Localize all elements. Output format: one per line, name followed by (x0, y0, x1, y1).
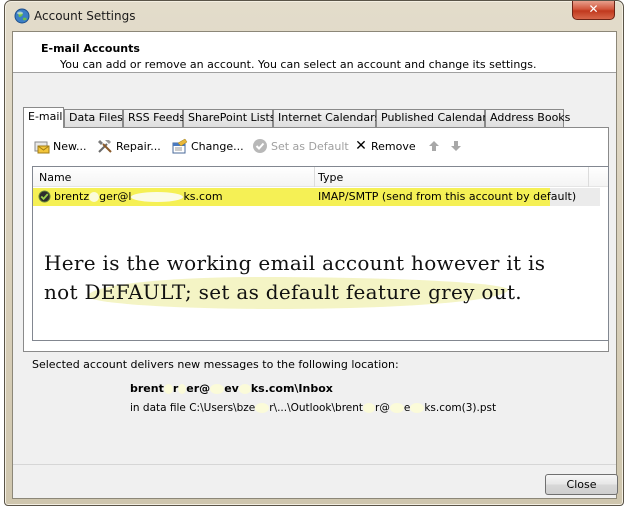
redaction (238, 384, 251, 394)
move-down-button[interactable] (448, 136, 464, 156)
repair-button[interactable]: Repair... (97, 136, 161, 156)
window-title: Account Settings (34, 9, 136, 23)
column-separator[interactable] (588, 167, 589, 187)
file-path-part: r@ (375, 402, 390, 414)
annotation-text: Here is the working email account howeve… (44, 249, 604, 307)
title-bar[interactable]: Account Settings ✕ (5, 1, 623, 31)
delivery-inbox-path: brent r er@ ev ks.com\Inbox (130, 382, 333, 395)
tab-label: Internet Calendars (278, 111, 381, 124)
set-as-default-label: Set as Default (271, 139, 349, 153)
set-as-default-button[interactable]: Set as Default (252, 136, 349, 156)
new-mail-icon (34, 141, 50, 154)
accounts-toolbar: New... Repair... Change... Set as Defaul… (24, 136, 608, 158)
column-separator[interactable] (314, 167, 315, 187)
file-path-part: in data file C:\Users\bze (130, 402, 256, 414)
inbox-path-part: er@ (186, 382, 211, 395)
arrow-down-icon (451, 141, 461, 151)
default-account-check-icon (38, 190, 51, 203)
column-header-type[interactable]: Type (318, 171, 343, 184)
tab-sharepoint-lists[interactable]: SharePoint Lists (183, 109, 276, 127)
tab-published-calendars[interactable]: Published Calendars (376, 109, 493, 127)
dialog-client-area: E-mail Accounts You can add or remove an… (12, 31, 618, 499)
list-header: Name Type (33, 167, 608, 187)
tab-internet-calendars[interactable]: Internet Calendars (273, 109, 380, 127)
tab-email[interactable]: E-mail (23, 107, 64, 128)
change-label: Change... (191, 139, 244, 153)
account-type: IMAP/SMTP (send from this account by def… (318, 190, 577, 203)
new-account-button[interactable]: New... (34, 136, 86, 156)
remove-label: Remove (371, 139, 416, 153)
tools-icon (98, 140, 112, 153)
accounts-list[interactable]: Name Type brentz ger@l ks.com IMAP/SMTP … (32, 166, 609, 341)
annotation-line-1: Here is the working email account howeve… (44, 251, 546, 275)
inbox-path-part: ks.com\Inbox (250, 382, 333, 395)
inbox-path-part: brent (130, 382, 164, 395)
file-path-part: ks.com(3).pst (424, 402, 497, 414)
tab-address-books[interactable]: Address Books (485, 109, 570, 127)
delivery-location-label: Selected account delivers new messages t… (32, 358, 399, 371)
account-row[interactable]: brentz ger@l ks.com IMAP/SMTP (send from t… (33, 188, 608, 206)
redaction (255, 403, 270, 413)
redaction (89, 192, 100, 202)
account-name-part: ks.com (183, 190, 223, 203)
inbox-path-part: ev (224, 382, 239, 395)
change-button[interactable]: Change... (172, 136, 244, 156)
account-name-part: ger@l (99, 190, 132, 203)
remove-x-icon: ✕ (355, 138, 367, 154)
dialog-header: E-mail Accounts You can add or remove an… (13, 32, 616, 73)
redaction (210, 384, 225, 394)
close-icon: ✕ (588, 2, 599, 16)
move-up-button[interactable] (426, 136, 442, 156)
account-name: brentz ger@l ks.com (54, 190, 223, 203)
arrow-up-icon (429, 141, 439, 151)
account-settings-window: Account Settings ✕ E-mail Accounts You c… (4, 0, 624, 506)
redaction (389, 403, 404, 413)
change-settings-icon (172, 138, 188, 154)
tab-label: Published Calendars (381, 111, 493, 124)
column-header-name[interactable]: Name (39, 171, 71, 184)
annotation-line-2: not DEFAULT; set as default feature grey… (44, 280, 522, 304)
redaction (410, 403, 425, 413)
tab-label: SharePoint Lists (188, 111, 276, 124)
delivery-data-file-path: in data file C:\Users\bze r\...\Outlook\b… (130, 402, 496, 414)
account-name-part: brentz (54, 190, 90, 203)
redaction (131, 192, 184, 202)
tab-label: RSS Feeds (128, 111, 186, 124)
file-path-part: r\...\Outlook\brent (269, 402, 364, 414)
email-tab-panel: New... Repair... Change... Set as Defaul… (23, 127, 609, 352)
outlook-globe-icon (14, 8, 30, 24)
tab-label: Data Files (69, 111, 123, 124)
header-title: E-mail Accounts (41, 42, 140, 55)
redaction (163, 384, 173, 394)
tab-rss-feeds[interactable]: RSS Feeds (123, 109, 186, 127)
checkmark-circle-icon (253, 139, 267, 153)
tab-label: E-mail (28, 110, 63, 123)
window-close-button[interactable]: ✕ (572, 1, 615, 20)
close-button[interactable]: Close (545, 474, 618, 495)
redaction (363, 403, 376, 413)
header-subtitle: You can add or remove an account. You ca… (60, 58, 537, 71)
remove-button[interactable]: ✕ Remove (354, 136, 416, 156)
repair-label: Repair... (116, 139, 161, 153)
footer-divider (13, 464, 616, 465)
tab-label: Address Books (490, 111, 571, 124)
new-label: New... (53, 139, 87, 153)
tab-data-files[interactable]: Data Files (64, 109, 123, 127)
